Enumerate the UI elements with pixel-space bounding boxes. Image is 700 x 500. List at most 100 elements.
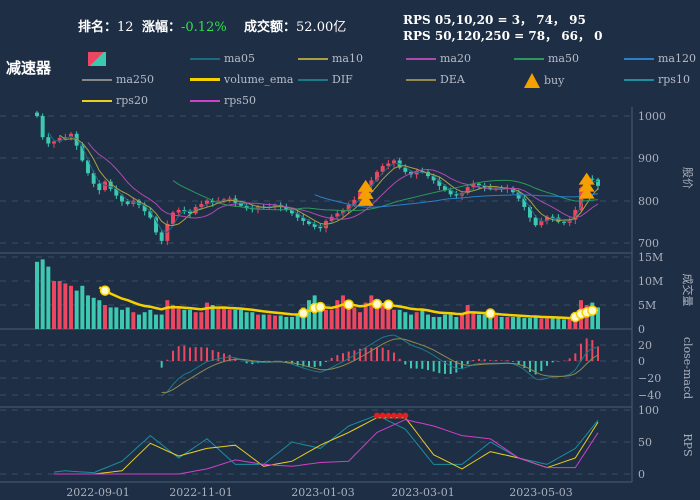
macd-histogram-bar	[177, 346, 180, 361]
volume-bar	[545, 318, 549, 329]
rps-high-marker	[391, 412, 397, 419]
axis-title: close-macd	[681, 337, 694, 399]
dif-line	[161, 334, 599, 397]
volume-bar	[431, 317, 436, 329]
macd-histogram-bar	[568, 358, 571, 361]
macd-histogram-bar	[336, 355, 339, 361]
axis-title: RPS	[681, 433, 694, 456]
volume-bar	[142, 312, 147, 329]
rps-high-marker	[402, 412, 409, 419]
volume-bar	[80, 285, 85, 329]
volume-bar	[57, 281, 62, 329]
candle-body	[533, 217, 538, 226]
macd-histogram-bar	[404, 361, 407, 365]
volume-bar	[103, 305, 107, 329]
x-tick-label: 2023-01-03	[291, 486, 354, 499]
volume-bar	[278, 315, 283, 329]
volume-bar	[74, 290, 79, 329]
y-tick-label: 0	[638, 355, 645, 368]
volume-bar	[165, 300, 170, 329]
volume-bar	[471, 312, 476, 329]
x-tick-label: 2022-09-01	[66, 486, 129, 499]
volume-bar	[448, 314, 453, 329]
macd-histogram-bar	[370, 347, 373, 361]
volume-bar	[216, 307, 221, 329]
volume-bar	[193, 312, 198, 329]
y-tick-label: 700	[638, 237, 659, 250]
candle-body	[318, 226, 323, 229]
macd-histogram-bar	[393, 352, 395, 361]
volume-bar	[86, 295, 90, 329]
axis-title: 股价	[681, 167, 694, 189]
volume-bar	[159, 314, 164, 329]
macd-histogram-bar	[597, 346, 599, 361]
macd-histogram-bar	[529, 361, 531, 373]
volume-bar	[148, 309, 153, 329]
volume-bar	[261, 314, 266, 329]
macd-histogram-bar	[296, 361, 299, 366]
volume-bar	[533, 317, 538, 329]
macd-histogram-bar	[342, 353, 344, 361]
macd-histogram-bar	[551, 361, 554, 363]
volume-bar	[131, 312, 136, 329]
volume-bar	[108, 307, 113, 329]
volume-bar	[414, 312, 419, 329]
macd-histogram-bar	[330, 357, 333, 361]
volume-bar	[380, 305, 385, 329]
volume-bar	[176, 307, 181, 329]
macd-histogram-bar	[466, 361, 469, 365]
volume-bar	[114, 307, 119, 329]
volume-bar	[91, 297, 96, 329]
volume-bar	[284, 317, 289, 329]
candle-body	[596, 179, 600, 186]
volume-bar	[137, 314, 141, 329]
macd-histogram-bar	[194, 347, 197, 361]
volume-highlight-marker	[99, 285, 111, 296]
volume-bar	[539, 318, 544, 329]
macd-histogram-bar	[472, 360, 475, 361]
macd-histogram-bar	[540, 361, 543, 372]
volume-bar	[477, 314, 481, 329]
volume-bar	[171, 305, 175, 329]
y-tick-label: 50	[638, 436, 652, 449]
macd-histogram-bar	[160, 361, 163, 368]
y-tick-label: −20	[638, 372, 661, 385]
macd-histogram-bar	[206, 347, 208, 361]
candle-body	[562, 221, 566, 223]
volume-bar	[120, 309, 124, 329]
volume-bar	[329, 309, 334, 329]
candle-body	[176, 209, 181, 213]
volume-bar	[550, 317, 555, 329]
candle-body	[454, 194, 459, 196]
volume-bar	[443, 314, 447, 329]
volume-bar	[295, 314, 300, 329]
candle-body	[550, 216, 555, 218]
rps-high-marker	[385, 412, 392, 419]
volume-highlight-marker	[371, 298, 383, 310]
volume-bar	[341, 295, 345, 329]
macd-histogram-bar	[313, 361, 316, 367]
volume-bar	[505, 317, 510, 329]
y-tick-label: 5M	[638, 299, 656, 312]
volume-bar	[244, 312, 249, 329]
candle-body	[40, 116, 45, 138]
rps-high-marker	[396, 412, 403, 419]
volume-bar	[250, 312, 255, 329]
y-tick-label: 100	[638, 404, 659, 417]
macd-histogram-bar	[546, 361, 548, 366]
macd-histogram-bar	[449, 361, 452, 374]
volume-bar	[222, 307, 226, 329]
candle-body	[125, 201, 130, 205]
volume-bar	[499, 317, 504, 329]
volume-bar	[182, 309, 187, 329]
volume-bar	[227, 309, 232, 329]
ma20-line	[87, 142, 599, 220]
macd-histogram-bar	[500, 360, 503, 361]
volume-bar	[465, 305, 470, 329]
volume-bar	[335, 300, 340, 329]
macd-histogram-bar	[217, 351, 220, 361]
volume-bar	[205, 302, 209, 329]
macd-histogram-bar	[376, 347, 378, 361]
volume-bar	[522, 317, 527, 329]
volume-bar	[397, 309, 402, 329]
